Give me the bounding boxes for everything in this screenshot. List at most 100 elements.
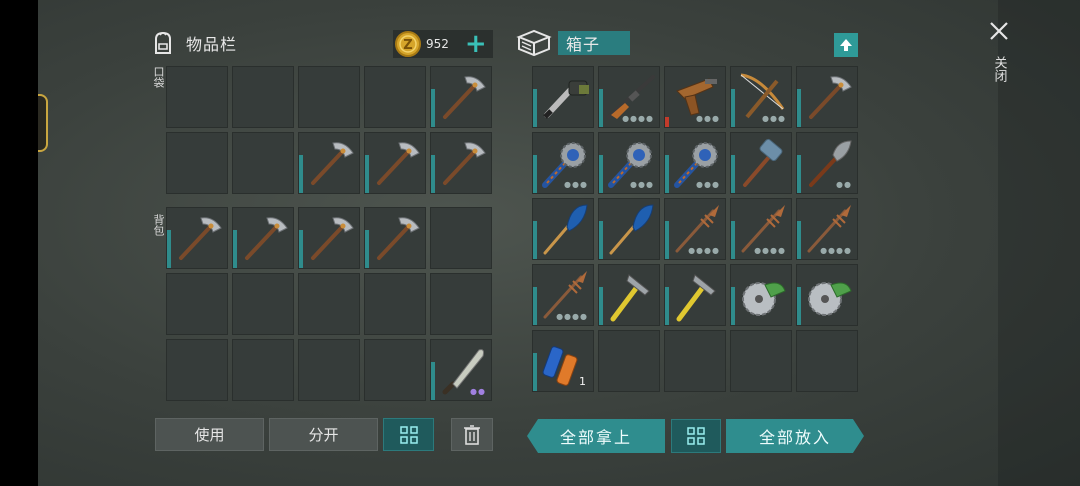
box-grid: ●●●● ●●● ●●● ●●● ●●● ●●● ●● ●●●● ●●●● ●●●● ●●●● 1 <box>532 66 858 392</box>
pickaxe-icon <box>443 140 487 185</box>
box-slot[interactable]: ●●●● <box>532 264 594 326</box>
backpack-slot[interactable] <box>232 207 294 269</box>
inventory-title: 物品栏 <box>186 35 238 54</box>
backpack-slot[interactable] <box>298 273 360 335</box>
box-slot[interactable]: ●●●● <box>796 198 858 260</box>
box-header: 箱子 <box>516 28 630 58</box>
side-tab[interactable] <box>38 94 48 152</box>
box-slot[interactable]: ●●●● <box>664 198 726 260</box>
close-button[interactable]: 关闭 <box>984 20 1014 100</box>
arrow-up-icon <box>840 39 852 51</box>
backpack-slot[interactable] <box>232 273 294 335</box>
backpack-slot[interactable] <box>298 339 360 401</box>
box-slot[interactable] <box>598 198 660 260</box>
trash-icon <box>464 424 480 445</box>
backpack-slot[interactable] <box>364 273 426 335</box>
pocket-slot[interactable] <box>430 132 492 194</box>
backpack-slot[interactable] <box>166 273 228 335</box>
backpack-slot[interactable] <box>364 339 426 401</box>
pickaxe-icon <box>377 140 421 185</box>
box-slot[interactable] <box>730 132 792 194</box>
backpack-slot[interactable] <box>166 207 228 269</box>
box-slot[interactable] <box>796 264 858 326</box>
put-all-button[interactable]: 全部放入 <box>726 419 864 453</box>
quality-dots: ●●●● <box>820 246 852 255</box>
coin-icon: Z <box>395 31 421 57</box>
saw-blade-icon <box>808 282 852 316</box>
quality-dots: ●●● <box>762 114 786 123</box>
close-icon <box>990 22 1008 40</box>
trash-button[interactable] <box>451 418 493 451</box>
pocket-slot[interactable] <box>298 66 360 128</box>
backpack-slot[interactable] <box>430 207 492 269</box>
pocket-slot[interactable] <box>430 66 492 128</box>
backpack-slot[interactable] <box>364 207 426 269</box>
quality-dots: ●●● <box>564 180 588 189</box>
box-slot[interactable] <box>532 198 594 260</box>
box-slot[interactable]: ●●● <box>664 66 726 128</box>
close-label: 关闭 <box>991 56 1007 82</box>
box-slot[interactable] <box>796 330 858 392</box>
box-title: 箱子 <box>566 35 601 54</box>
paddle-icon <box>609 203 655 255</box>
pocket-slot[interactable] <box>166 66 228 128</box>
currency-display: Z 952 + <box>393 30 493 58</box>
quality-dots: ●●●● <box>556 312 588 321</box>
box-slot[interactable] <box>532 66 594 128</box>
game-screen: 物品栏 Z 952 + 箱子 口袋 背包 ●● ●●●● ●●● ●●● ●●● ● <box>38 0 1080 486</box>
saw-blade-icon <box>742 282 786 316</box>
box-slot[interactable]: ●●● <box>664 132 726 194</box>
box-grid-viewport[interactable]: ●●●● ●●● ●●● ●●● ●●● ●●● ●● ●●●● ●●●● ●●●● ●●●● 1 <box>532 66 858 400</box>
box-slot[interactable]: ●●● <box>598 132 660 194</box>
box-slot[interactable] <box>730 330 792 392</box>
pocket-grid <box>166 66 492 194</box>
box-slot[interactable]: ●●●● <box>730 198 792 260</box>
pocket-slot[interactable] <box>232 66 294 128</box>
box-slot[interactable]: ●●● <box>532 132 594 194</box>
hammer-icon <box>665 265 727 327</box>
hammer-icon <box>599 265 661 327</box>
box-name-field[interactable]: 箱子 <box>558 31 630 55</box>
use-button[interactable]: 使用 <box>155 418 264 451</box>
backpack-slot[interactable]: ●● <box>430 339 492 401</box>
pocket-slot[interactable] <box>232 132 294 194</box>
paddle-icon <box>543 203 589 255</box>
quality-dots: ●● <box>470 387 486 396</box>
quality-dots: ●●● <box>696 180 720 189</box>
pocket-slot[interactable] <box>298 132 360 194</box>
box-slot[interactable]: 1 <box>532 330 594 392</box>
crate-icon <box>516 29 552 57</box>
box-slot[interactable] <box>796 66 858 128</box>
pocket-slot[interactable] <box>166 132 228 194</box>
item-quantity: 1 <box>579 375 586 388</box>
pickaxe-icon <box>179 215 223 260</box>
quality-dots: ●● <box>836 180 852 189</box>
box-sort-button[interactable] <box>671 419 721 453</box>
pickaxe-icon <box>311 140 355 185</box>
box-slot[interactable] <box>664 264 726 326</box>
pocket-slot[interactable] <box>364 66 426 128</box>
split-button[interactable]: 分开 <box>269 418 378 451</box>
box-slot[interactable] <box>730 264 792 326</box>
inventory-sort-button[interactable] <box>383 418 434 451</box>
box-slot[interactable]: ●●●● <box>598 66 660 128</box>
chainsaw-icon <box>533 67 595 129</box>
sledgehammer-icon <box>743 136 786 187</box>
add-currency-button[interactable]: + <box>465 31 487 57</box>
svg-text:Z: Z <box>403 38 412 53</box>
backpack-slot[interactable] <box>298 207 360 269</box>
backpack-slot[interactable] <box>430 273 492 335</box>
take-all-button[interactable]: 全部拿上 <box>527 419 665 453</box>
backpack-slot[interactable] <box>166 339 228 401</box>
pocket-slot[interactable] <box>364 132 426 194</box>
grid-icon <box>399 425 418 444</box>
box-slot[interactable]: ●●● <box>730 66 792 128</box>
quality-dots: ●●● <box>630 180 654 189</box>
box-slot[interactable] <box>598 264 660 326</box>
box-upload-button[interactable] <box>834 33 858 57</box>
box-slot[interactable] <box>664 330 726 392</box>
backpack-slot[interactable] <box>232 339 294 401</box>
box-slot[interactable] <box>598 330 660 392</box>
box-slot[interactable]: ●● <box>796 132 858 194</box>
backpack-icon <box>155 31 171 54</box>
